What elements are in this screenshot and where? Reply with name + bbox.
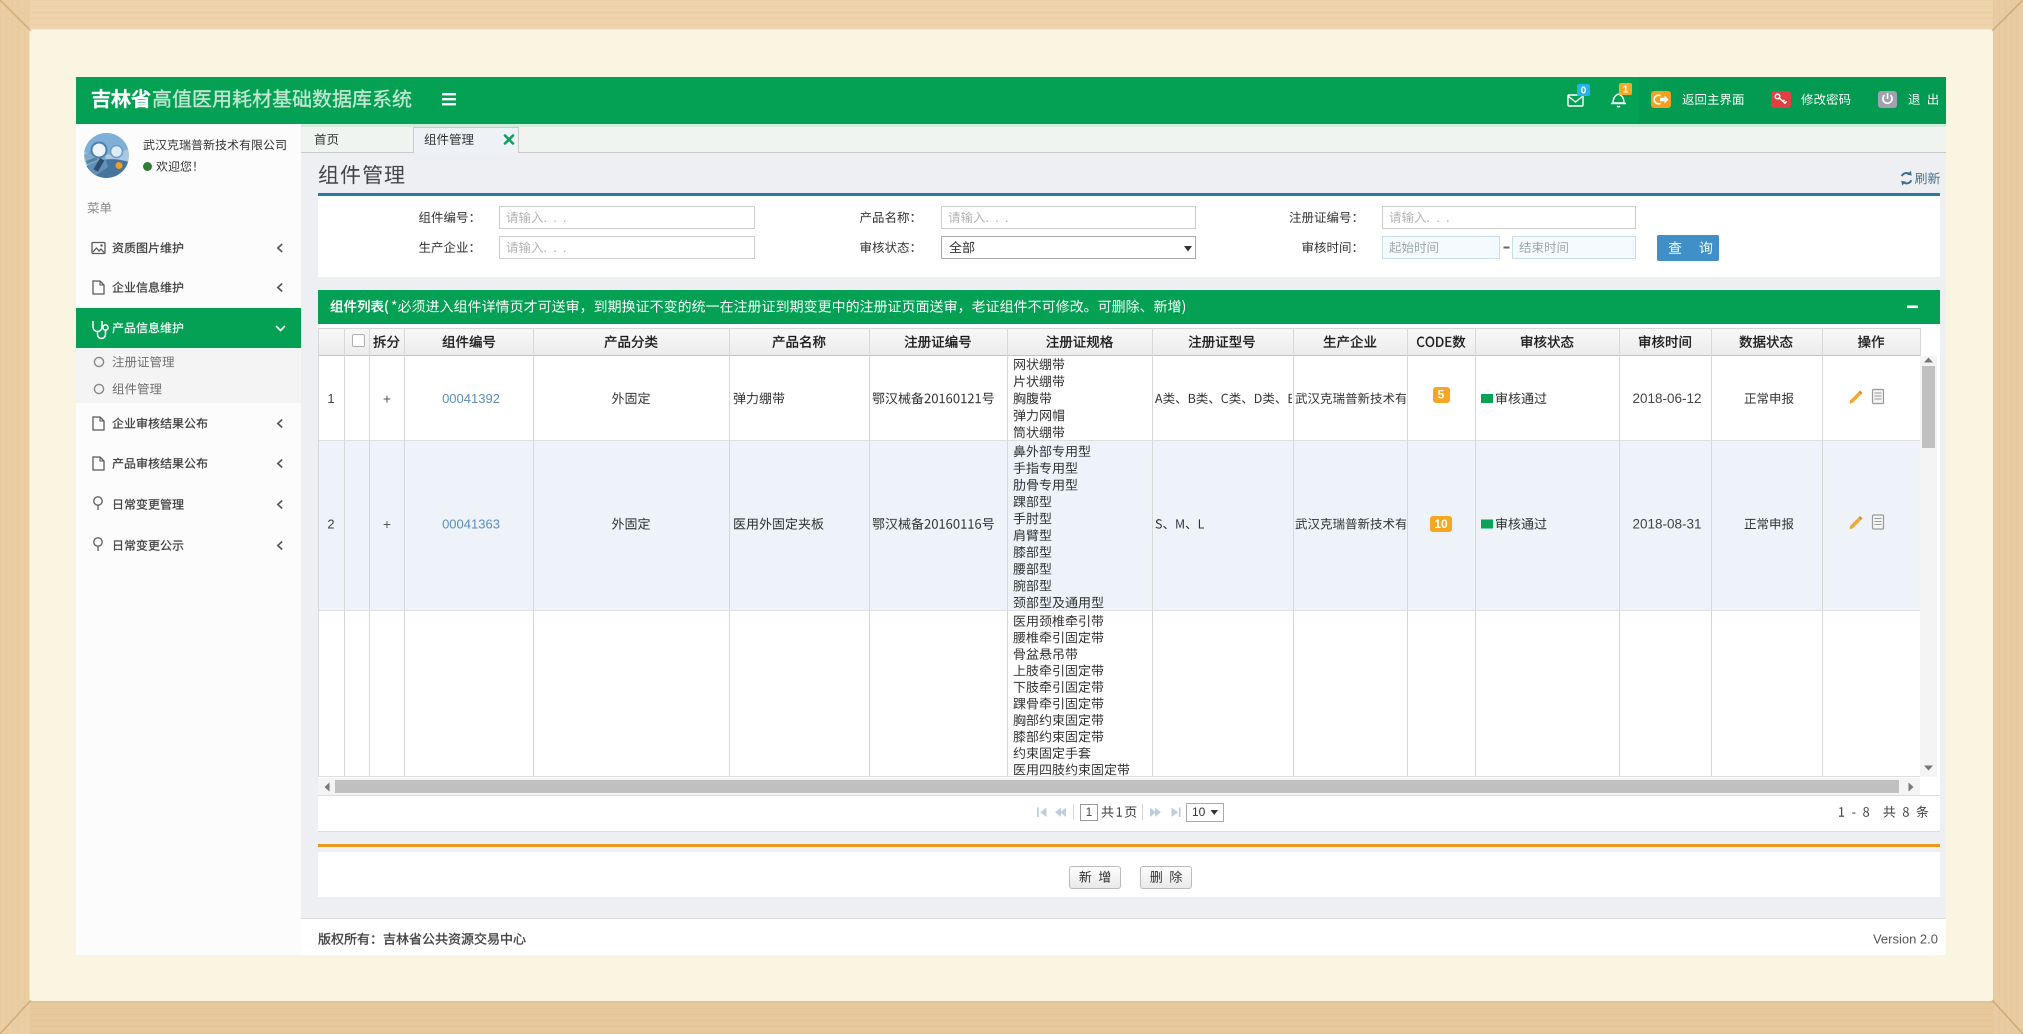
svg-text:0: 0 xyxy=(1581,86,1587,97)
svg-text:10: 10 xyxy=(1434,517,1448,531)
svg-text:1: 1 xyxy=(327,391,334,406)
svg-text:+: + xyxy=(383,516,391,532)
svg-text:5: 5 xyxy=(1438,388,1445,402)
svg-text:10: 10 xyxy=(1192,805,1206,819)
svg-text:00041392: 00041392 xyxy=(442,391,500,406)
svg-text:2: 2 xyxy=(327,517,334,532)
svg-text:2018-06-12: 2018-06-12 xyxy=(1632,391,1701,406)
svg-text:2018-08-31: 2018-08-31 xyxy=(1632,517,1701,532)
svg-text:Version 2.0: Version 2.0 xyxy=(1873,932,1938,947)
svg-text:+: + xyxy=(383,390,391,406)
svg-text:1: 1 xyxy=(1623,85,1629,96)
svg-text:1: 1 xyxy=(1086,805,1093,819)
svg-text:00041363: 00041363 xyxy=(442,517,500,532)
